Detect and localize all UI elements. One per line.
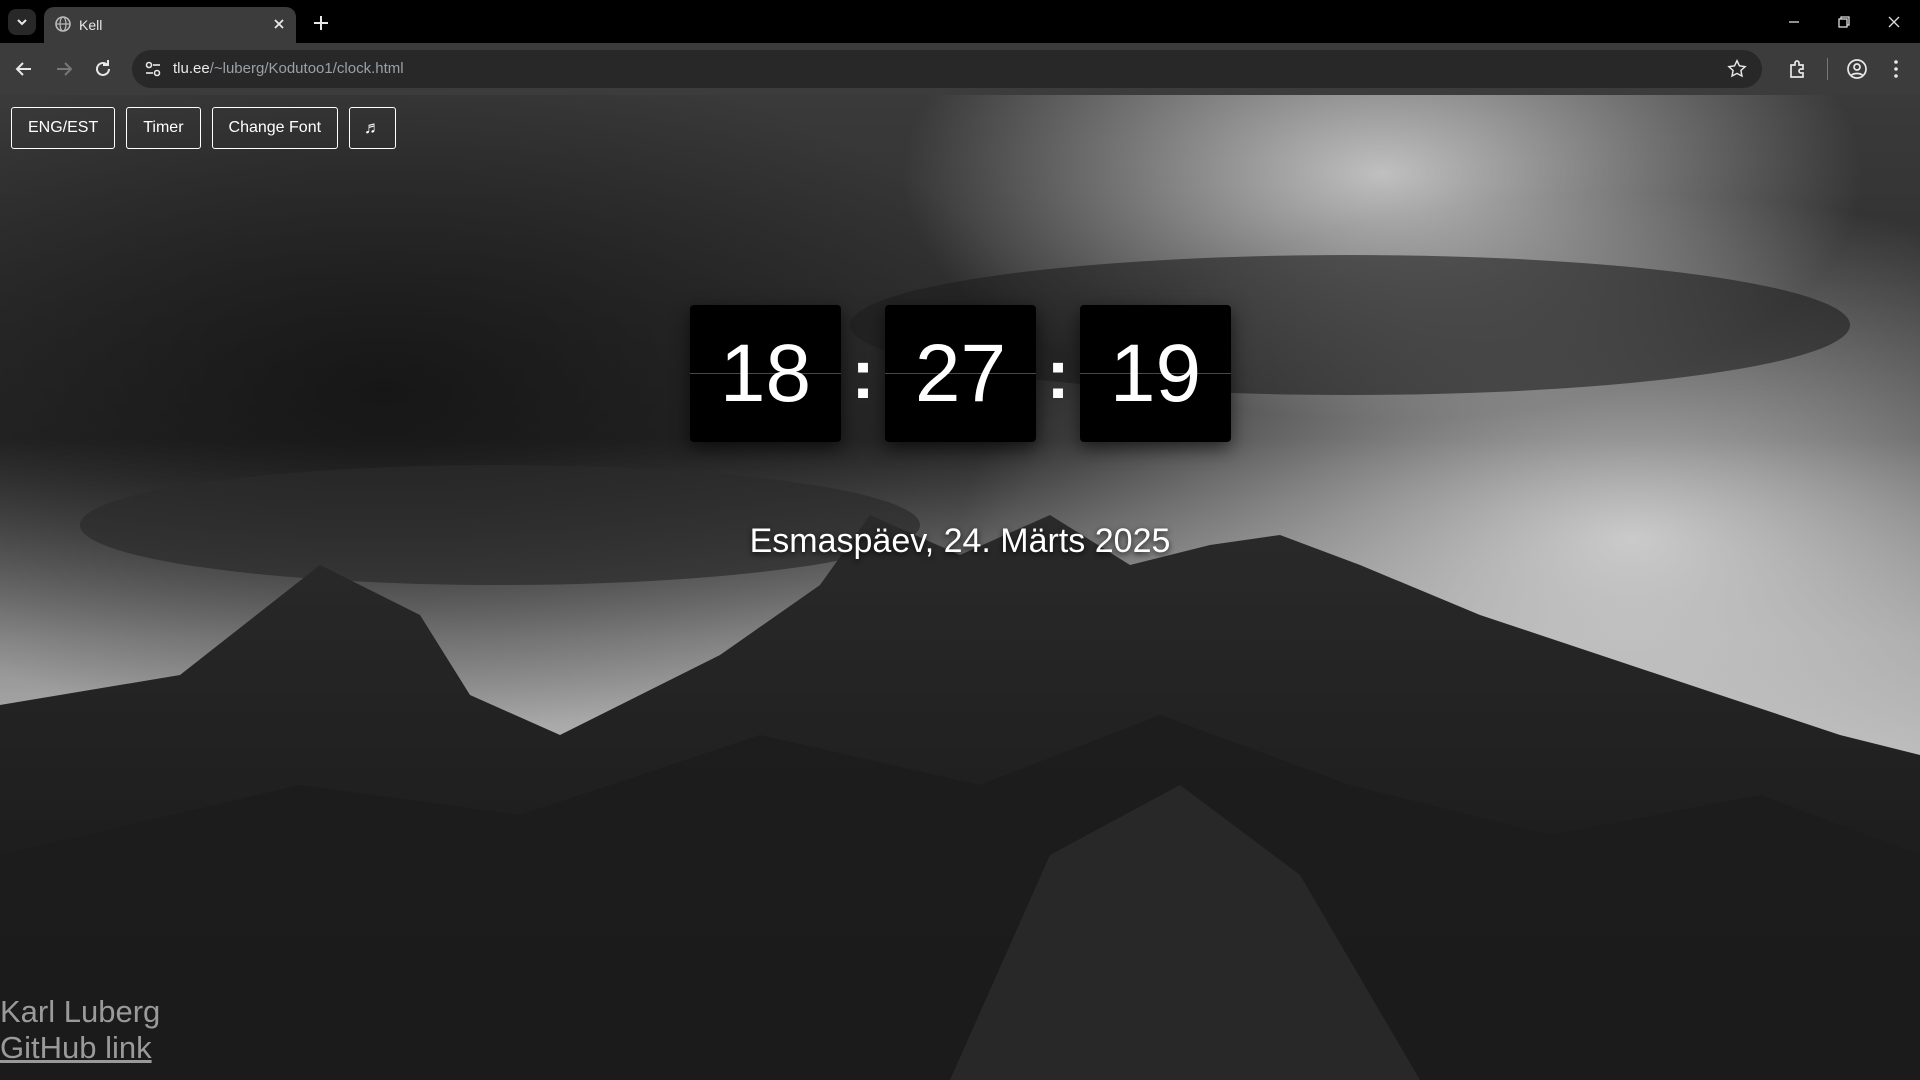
hours-card: 18 <box>690 305 841 442</box>
hours-value: 18 <box>719 327 812 419</box>
minimize-icon[interactable] <box>1782 10 1806 34</box>
timer-button[interactable]: Timer <box>126 107 201 149</box>
clock-separator: : <box>1046 334 1070 413</box>
date-text: Esmaspäev, 24. Märts 2025 <box>749 522 1171 560</box>
address-bar[interactable]: tlu.ee/~luberg/Kodutoo1/clock.html <box>132 50 1762 88</box>
kebab-menu-icon[interactable] <box>1884 57 1908 81</box>
star-icon[interactable] <box>1726 58 1748 80</box>
language-toggle-button[interactable]: ENG/EST <box>11 107 116 149</box>
browser-toolbar: tlu.ee/~luberg/Kodutoo1/clock.html <box>0 43 1920 95</box>
clock-separator: : <box>851 334 875 413</box>
author-name: Karl Luberg <box>0 994 161 1029</box>
page-viewport: ENG/EST Timer Change Font ♬ 18 : 27 : 19… <box>0 95 1920 1080</box>
close-icon[interactable] <box>270 15 288 33</box>
browser-tab[interactable]: Kell <box>44 7 296 43</box>
puzzle-icon[interactable] <box>1786 57 1810 81</box>
control-buttons: ENG/EST Timer Change Font ♬ <box>11 107 397 149</box>
url-path: /~luberg/Kodutoo1/clock.html <box>209 60 404 77</box>
seconds-value: 19 <box>1109 327 1202 419</box>
plus-icon[interactable] <box>310 12 332 34</box>
change-font-button[interactable]: Change Font <box>211 107 339 149</box>
chevron-down-icon <box>17 19 27 26</box>
url-text[interactable]: tlu.ee/~luberg/Kodutoo1/clock.html <box>173 60 404 77</box>
window-close-icon[interactable] <box>1882 10 1906 34</box>
mountain-background-image <box>0 95 1920 1080</box>
toolbar-separator <box>1827 58 1828 80</box>
tune-icon[interactable] <box>142 58 164 80</box>
browser-tab-bar: Kell <box>0 0 1920 43</box>
tab-list-button[interactable] <box>8 9 36 35</box>
music-button[interactable]: ♬ <box>349 107 397 149</box>
reload-icon[interactable] <box>91 57 115 81</box>
flip-clock: 18 : 27 : 19 <box>690 305 1231 442</box>
minutes-card: 27 <box>885 305 1036 442</box>
globe-icon <box>55 16 71 32</box>
minutes-value: 27 <box>914 327 1007 419</box>
profile-icon[interactable] <box>1845 57 1869 81</box>
seconds-card: 19 <box>1080 305 1231 442</box>
restore-icon[interactable] <box>1832 10 1856 34</box>
forward-arrow-icon[interactable] <box>52 57 76 81</box>
github-link[interactable]: GitHub link <box>0 1030 152 1066</box>
url-host: tlu.ee <box>173 60 210 77</box>
tab-title: Kell <box>79 17 103 33</box>
back-arrow-icon[interactable] <box>12 57 36 81</box>
